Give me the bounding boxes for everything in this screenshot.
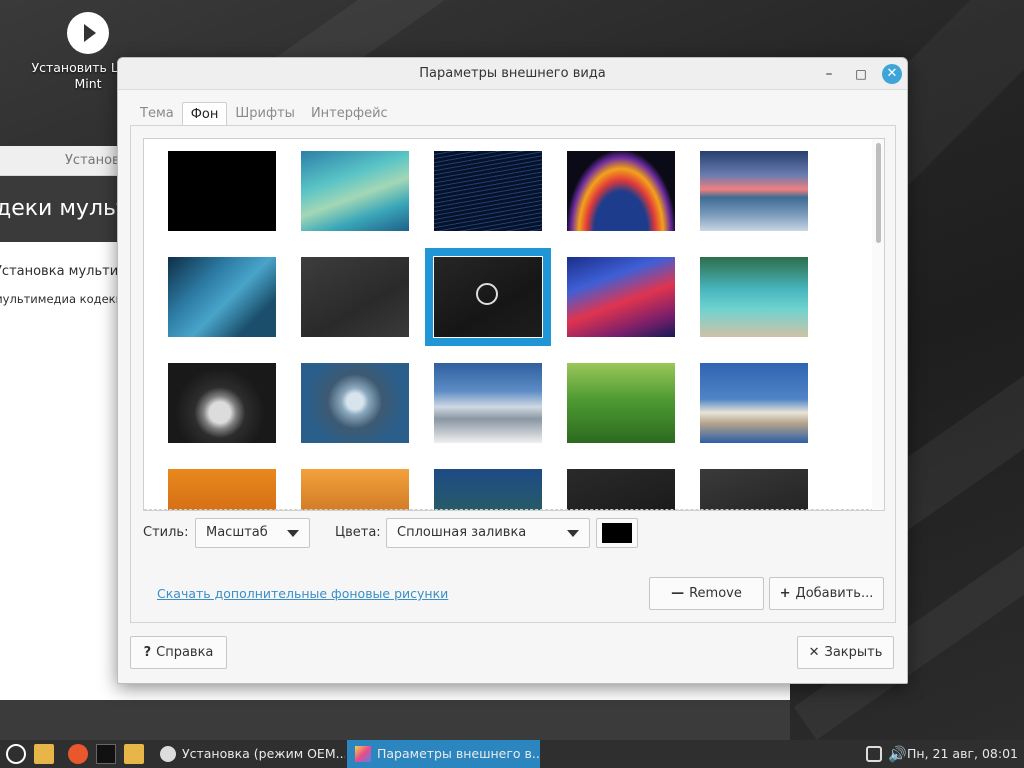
appearance-settings-dialog: Параметры внешнего вида – □ ✕ Тема Фон Ш… [117,57,908,684]
plus-icon: + [779,586,791,601]
wallpaper-thumbnail[interactable] [567,257,675,337]
files-icon[interactable] [34,744,54,764]
minus-icon: — [671,586,685,601]
taskbar-task-label: Установка (режим OEM... [182,746,345,761]
installer-icon [67,12,109,54]
installer-heading: деки мульт [0,176,120,242]
wallpaper-thumbnail[interactable] [700,469,808,510]
wallpaper-gallery[interactable] [143,138,885,511]
gallery-scrollbar[interactable] [872,139,884,510]
taskbar-installer-task[interactable]: Установка (режим OEM... [152,740,345,768]
taskbar: Установка (режим OEM... Параметры внешне… [0,740,1024,768]
maximize-button[interactable]: □ [851,64,871,84]
installer-text-2: мультимедиа кодеки н [0,292,120,306]
gallery-bottom-edge [144,509,884,510]
close-window-button[interactable]: ✕ [882,64,902,84]
style-label: Стиль: [143,525,189,540]
wallpaper-thumbnail[interactable] [567,151,675,231]
wallpaper-thumbnail[interactable] [567,363,675,443]
gallery-scrollbar-thumb[interactable] [876,143,881,243]
minimize-button[interactable]: – [819,64,839,84]
installer-footer [0,700,790,740]
colors-dropdown[interactable]: Сплошная заливка [386,518,590,548]
menu-icon[interactable] [6,744,26,764]
dialog-title: Параметры внешнего вида [419,66,606,81]
wallpaper-thumbnail[interactable] [700,257,808,337]
installer-task-icon [160,746,176,762]
wallpaper-thumbnail[interactable] [168,151,276,231]
wallpaper-thumbnail[interactable] [434,363,542,443]
dialog-titlebar[interactable]: Параметры внешнего вида – □ ✕ [118,58,907,90]
installer-text-1: Установка мультимед [0,264,120,279]
folder-icon[interactable] [124,744,144,764]
wallpaper-options-row: Стиль: Масштаб Цвета: Сплошная заливка [143,518,885,548]
color-swatch [602,523,632,543]
wallpaper-thumbnail[interactable] [301,363,409,443]
wallpaper-thumbnail[interactable] [301,469,409,510]
mint-logo-icon [476,283,498,305]
background-panel: Стиль: Масштаб Цвета: Сплошная заливка С… [130,125,896,623]
wallpaper-thumbnail[interactable] [434,151,542,231]
wallpaper-thumbnail-selected[interactable] [425,248,551,346]
wallpaper-thumbnail[interactable] [168,257,276,337]
wallpaper-thumbnail[interactable] [700,151,808,231]
wallpaper-thumbnail[interactable] [700,363,808,443]
remove-button[interactable]: — Remove [649,577,764,610]
chevron-down-icon [567,530,579,537]
wallpaper-thumbnail[interactable] [168,363,276,443]
wallpaper-thumbnail[interactable] [301,151,409,231]
close-button-label: Закрыть [824,645,883,660]
colors-label: Цвета: [335,525,381,540]
tab-fonts[interactable]: Шрифты [227,102,303,126]
download-more-backgrounds-link[interactable]: Скачать дополнительные фоновые рисунки [157,586,448,601]
colors-dropdown-value: Сплошная заливка [397,525,527,540]
color-picker-button[interactable] [596,518,638,548]
style-dropdown-value: Масштаб [206,525,268,540]
wallpaper-thumbnail[interactable] [567,469,675,510]
taskbar-task-label: Параметры внешнего в... [377,746,540,761]
volume-icon[interactable]: 🔊 [888,746,907,762]
terminal-icon[interactable] [96,744,116,764]
help-button-label: Справка [156,645,214,660]
wallpaper-thumbnail[interactable] [434,469,542,510]
close-icon: ✕ [808,645,820,660]
tab-bar: Тема Фон Шрифты Интерфейс [132,102,396,126]
tab-interface[interactable]: Интерфейс [303,102,396,126]
clock[interactable]: Пн, 21 авг, 08:01 [907,740,1018,768]
add-button-label: Добавить... [795,586,874,601]
wallpaper-thumbnail[interactable] [168,469,276,510]
tab-background[interactable]: Фон [181,102,228,126]
help-icon: ? [143,645,152,660]
wallpaper-thumbnail[interactable] [301,257,409,337]
chevron-down-icon [287,530,299,537]
style-dropdown[interactable]: Масштаб [195,518,310,548]
tab-theme[interactable]: Тема [132,102,182,126]
add-button[interactable]: + Добавить... [769,577,884,610]
appearance-task-icon [355,746,371,762]
help-button[interactable]: ? Справка [130,636,227,669]
remove-button-label: Remove [689,586,742,601]
taskbar-appearance-task[interactable]: Параметры внешнего в... [347,740,540,768]
firefox-icon[interactable] [68,744,88,764]
updates-tray-icon[interactable] [866,746,882,762]
close-button[interactable]: ✕ Закрыть [797,636,894,669]
